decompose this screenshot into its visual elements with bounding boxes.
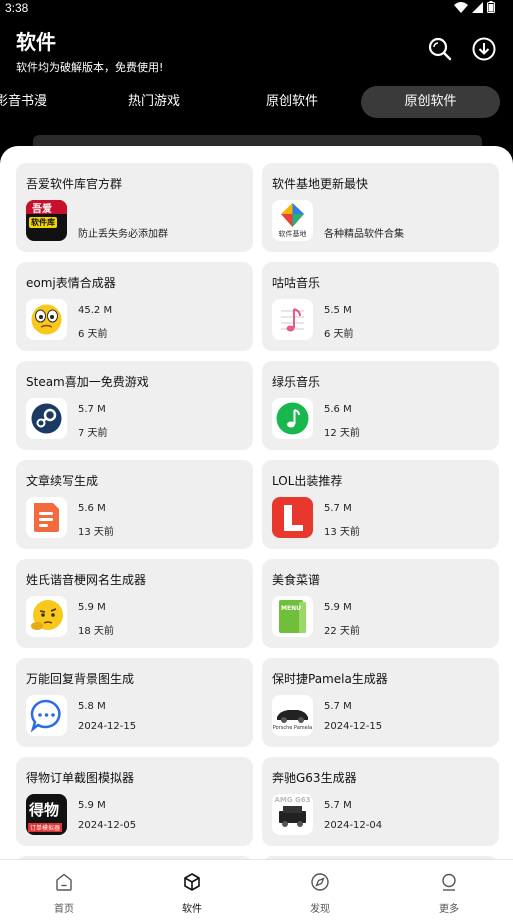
green-music-icon: [272, 398, 313, 439]
nav-label: 发现: [310, 904, 330, 915]
app-card[interactable]: 咕咕音乐 5.5 M 6 天前: [262, 262, 499, 351]
app-size: 5.9 M: [324, 602, 352, 613]
search-icon[interactable]: [427, 36, 453, 62]
app-name: 咕咕音乐: [272, 276, 321, 290]
app-date: 22 天前: [324, 626, 360, 637]
app-card[interactable]: 得物订单截图模拟器 得物 订单模拟器 5.9 M 2024-12-05: [16, 757, 253, 846]
app-size: 5.6 M: [324, 404, 352, 415]
nav-discover[interactable]: 发现: [256, 860, 384, 921]
download-icon[interactable]: [471, 36, 497, 62]
wuai-software-library-icon: 吾爱 软件库: [26, 200, 67, 241]
app-size: 5.7 M: [324, 503, 352, 514]
app-name: 软件基地更新最快: [272, 177, 369, 191]
user-icon: [442, 873, 456, 891]
dewu-icon: 得物 订单模拟器: [26, 794, 67, 835]
app-card[interactable]: LOL出装推荐 5.7 M 13 天前: [262, 460, 499, 549]
app-date: 2024-12-15: [324, 721, 383, 732]
page-header: 软件 软件均为破解版本，免费使用!: [16, 26, 497, 74]
app-name: 保时捷Pamela生成器: [272, 672, 388, 686]
app-name: 美食菜谱: [272, 573, 321, 587]
tab-original-software-active[interactable]: 原创软件: [361, 86, 500, 118]
app-card[interactable]: 万能回复背景图生成 5.8 M 2024-12-15: [16, 658, 253, 747]
app-size: 5.7 M: [78, 404, 106, 415]
document-icon: [26, 497, 67, 538]
app-size: 5.7 M: [324, 800, 352, 811]
app-card[interactable]: 姓氏谐音梗网名生成器 5.9 M 18 天前: [16, 559, 253, 648]
app-name: Steam喜加一免费游戏: [26, 375, 149, 389]
nav-software[interactable]: 软件: [128, 860, 256, 921]
nav-more[interactable]: 更多: [385, 860, 513, 921]
app-date: 2024-12-05: [78, 820, 137, 831]
app-card[interactable]: 软件基地更新最快 软件基地 各种精品软件合集: [262, 163, 499, 252]
wifi-icon: [454, 1, 468, 13]
battery-icon: [487, 1, 495, 13]
page-subtitle: 软件均为破解版本，免费使用!: [16, 61, 164, 74]
app-name: 吾爱软件库官方群: [26, 177, 123, 191]
app-size: 5.9 M: [78, 602, 106, 613]
tab-hot-games[interactable]: 热门游戏: [108, 86, 200, 118]
status-bar: 3:38: [0, 0, 513, 16]
app-name: 绿乐音乐: [272, 375, 321, 389]
app-size: 5.7 M: [324, 701, 352, 712]
nav-label: 首页: [54, 904, 74, 915]
app-name: 文章续写生成: [26, 474, 99, 488]
chat-bubble-icon: [26, 695, 67, 736]
app-size: 5.6 M: [78, 503, 106, 514]
app-name: LOL出装推荐: [272, 474, 343, 488]
steam-icon: [26, 398, 67, 439]
cube-icon: [184, 873, 200, 891]
menu-book-icon: MENU: [272, 596, 313, 637]
app-date: 12 天前: [324, 428, 360, 439]
g63-car-icon: AMG G63: [272, 794, 313, 835]
home-icon: [56, 873, 72, 891]
nav-home[interactable]: 首页: [0, 860, 128, 921]
app-date: 2024-12-04: [324, 820, 383, 831]
app-card[interactable]: 绿乐音乐 5.6 M 12 天前: [262, 361, 499, 450]
app-description: 防止丢失务必添加群: [78, 229, 168, 240]
app-date: 6 天前: [324, 329, 354, 340]
app-screen: 3:38 软件 软件均为破解版本，免费使用! 影音书漫 热门游戏 原创软件 原创…: [0, 0, 513, 921]
app-name: 奔驰G63生成器: [272, 771, 357, 785]
app-date: 18 天前: [78, 626, 114, 637]
nav-label: 更多: [439, 904, 459, 915]
category-tabs: 影音书漫 热门游戏 原创软件 原创软件: [0, 86, 513, 120]
app-card[interactable]: 奔驰G63生成器 AMG G63 5.7 M 2024-12-04: [262, 757, 499, 846]
app-card[interactable]: 美食菜谱 MENU 5.9 M 22 天前: [262, 559, 499, 648]
app-size: 45.2 M: [78, 305, 113, 316]
app-card[interactable]: Steam喜加一免费游戏 5.7 M 7 天前: [16, 361, 253, 450]
app-card[interactable]: 吾爱软件库官方群 吾爱 软件库 防止丢失务必添加群: [16, 163, 253, 252]
app-card[interactable]: eomj表情合成器 45.2 M 6 天前: [16, 262, 253, 351]
software-base-icon: 软件基地: [272, 200, 313, 241]
app-description: 各种精品软件合集: [324, 229, 404, 240]
app-name: eomj表情合成器: [26, 276, 116, 290]
status-time: 3:38: [5, 1, 29, 15]
lol-l-icon: [272, 497, 313, 538]
porsche-car-icon: Porsche Pamela: [272, 695, 313, 736]
nav-label: 软件: [182, 904, 202, 915]
app-date: 13 天前: [78, 527, 114, 538]
music-note-icon: [272, 299, 313, 340]
app-size: 5.5 M: [324, 305, 352, 316]
signal-icon: [472, 1, 483, 13]
app-date: 6 天前: [78, 329, 108, 340]
app-name: 得物订单截图模拟器: [26, 771, 135, 785]
app-date: 7 天前: [78, 428, 108, 439]
app-name: 姓氏谐音梗网名生成器: [26, 573, 147, 587]
app-name: 万能回复背景图生成: [26, 672, 135, 686]
app-card[interactable]: 文章续写生成 5.6 M 13 天前: [16, 460, 253, 549]
emoji-face-icon: [26, 299, 67, 340]
tab-media[interactable]: 影音书漫: [0, 86, 52, 118]
thinking-face-icon: [26, 596, 67, 637]
compass-icon: [311, 873, 329, 891]
tab-original-software[interactable]: 原创软件: [246, 86, 338, 118]
app-size: 5.8 M: [78, 701, 106, 712]
page-title: 软件: [16, 30, 56, 54]
status-icons: [454, 1, 495, 13]
app-card[interactable]: 保时捷Pamela生成器 Porsche Pamela 5.7 M 2024-1…: [262, 658, 499, 747]
software-list-sheet: 吾爱软件库官方群 吾爱 软件库 防止丢失务必添加群 软件基地更新最快 软件基地 …: [0, 146, 513, 921]
app-date: 13 天前: [324, 527, 360, 538]
app-date: 2024-12-15: [78, 721, 137, 732]
app-size: 5.9 M: [78, 800, 106, 811]
bottom-navigation: 首页 软件 发现 更多: [0, 859, 513, 921]
